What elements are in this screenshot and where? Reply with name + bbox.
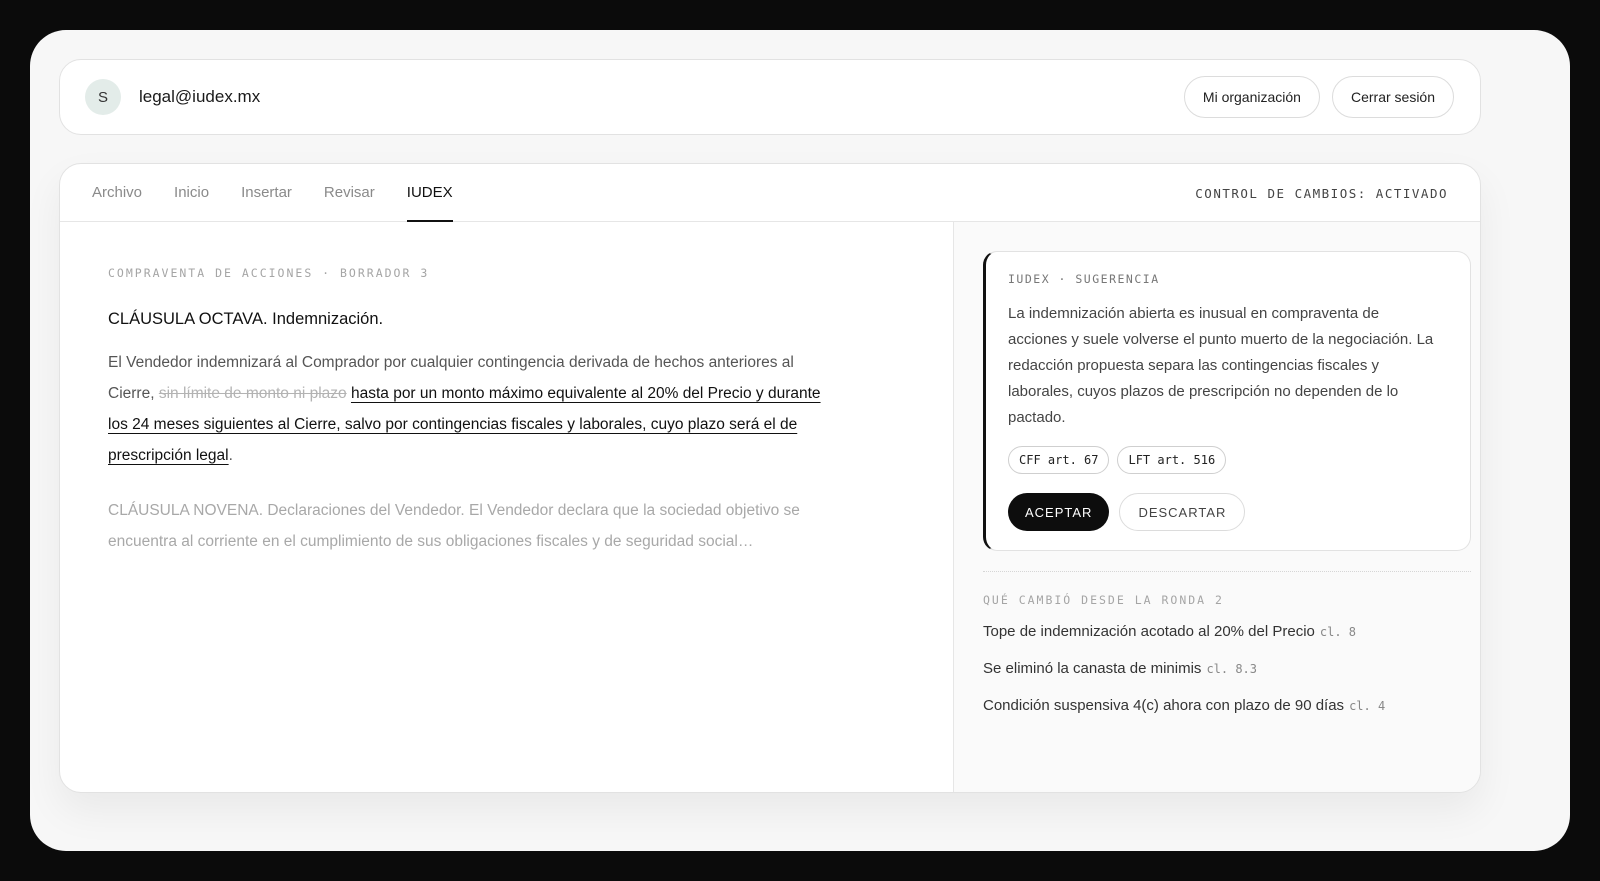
reference-chip[interactable]: LFT art. 516 [1117,446,1227,474]
next-clause[interactable]: CLÁUSULA NOVENA. Declaraciones del Vende… [108,495,828,557]
change-text: Tope de indemnización acotado al 20% del… [983,623,1315,640]
logout-button[interactable]: Cerrar sesión [1331,76,1454,118]
track-changes-status: CONTROL DE CAMBIOS: ACTIVADO [1195,185,1448,201]
list-item[interactable]: Se eliminó la canasta de minimis cl. 8.3 [983,660,1453,697]
change-text: Condición suspensiva 4(c) ahora con plaz… [983,697,1345,714]
editor-card: Archivo Inicio Insertar Revisar IUDEX CO… [59,163,1481,793]
clause-ref[interactable]: cl. 4 [1349,699,1385,713]
suggestion-card: IUDEX · SUGERENCIA La indemnización abie… [983,251,1471,551]
accept-button[interactable]: ACEPTAR [1008,493,1110,531]
tab-archivo[interactable]: Archivo [92,164,142,221]
my-organization-button[interactable]: Mi organización [1183,76,1320,118]
tab-revisar[interactable]: Revisar [324,164,375,221]
suggestion-label: IUDEX · SUGERENCIA [1008,272,1160,286]
changes-list: Tope de indemnización acotado al 20% del… [983,623,1453,734]
suggestion-text: La indemnización abierta es inusual en c… [1008,305,1434,426]
list-item[interactable]: Tope de indemnización acotado al 20% del… [983,623,1453,660]
deleted-text[interactable]: sin límite de monto ni plazo [159,385,347,402]
reference-chip[interactable]: CFF art. 67 [1008,446,1110,474]
suggestion-actions: ACEPTAR DESCARTAR [1008,493,1448,531]
tab-insertar[interactable]: Insertar [241,164,292,221]
document-pane: COMPRAVENTA DE ACCIONES · BORRADOR 3 CLÁ… [60,222,953,792]
clause-body[interactable]: El Vendedor indemnizará al Comprador por… [108,347,838,471]
ribbon-tabs: Archivo Inicio Insertar Revisar IUDEX CO… [60,164,1480,222]
account-bar: S legal@iudex.mx Mi organización Cerrar … [59,59,1481,135]
document-meta: COMPRAVENTA DE ACCIONES · BORRADOR 3 [108,266,430,280]
clause-title: CLÁUSULA OCTAVA. Indemnización. [108,310,384,328]
changes-heading: QUÉ CAMBIÓ DESDE LA RONDA 2 [983,593,1224,607]
clause-ref[interactable]: cl. 8 [1320,625,1356,639]
user-email: legal@iudex.mx [139,87,261,106]
change-text: Se eliminó la canasta de minimis [983,660,1202,677]
iudex-panel: IUDEX · SUGERENCIA La indemnización abie… [953,222,1480,792]
avatar[interactable]: S [85,79,121,115]
discard-button[interactable]: DESCARTAR [1119,493,1246,531]
clause-ref[interactable]: cl. 8.3 [1206,662,1257,676]
divider [983,571,1471,572]
legal-references: CFF art. 67 LFT art. 516 [1008,446,1448,474]
account-actions: Mi organización Cerrar sesión [1183,76,1454,118]
tab-iudex[interactable]: IUDEX [406,164,453,222]
clause-text-end: . [228,447,233,464]
list-item[interactable]: Condición suspensiva 4(c) ahora con plaz… [983,697,1453,734]
tab-inicio[interactable]: Inicio [174,164,209,221]
